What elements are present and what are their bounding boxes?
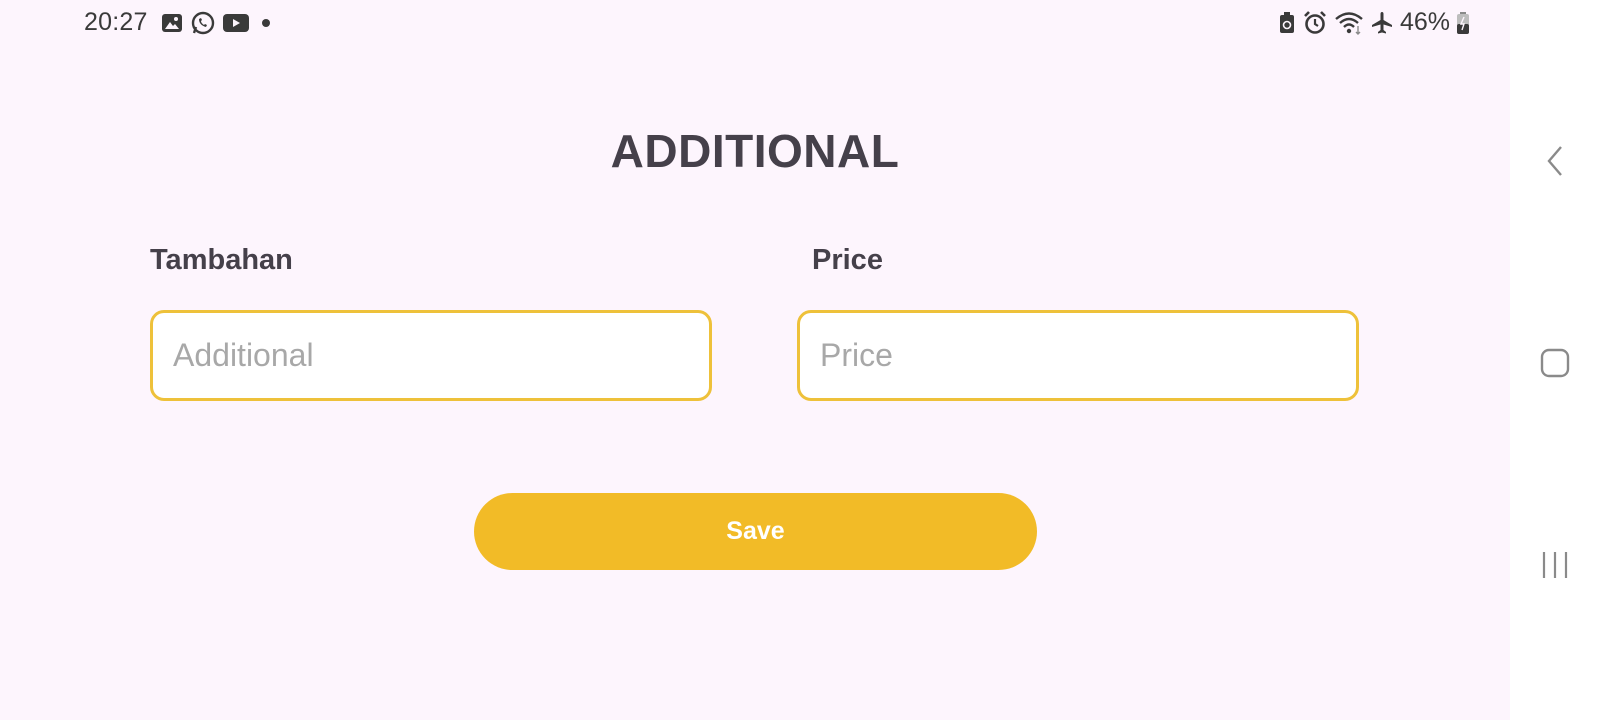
airplane-mode-icon — [1370, 11, 1394, 35]
additional-label: Tambahan — [150, 244, 293, 276]
recent-apps-button[interactable] — [1535, 545, 1575, 585]
status-time: 20:27 — [84, 8, 148, 36]
status-bar: 20:27 46% — [0, 0, 1510, 46]
home-button[interactable] — [1535, 343, 1575, 383]
home-icon — [1539, 347, 1571, 379]
battery-percent: 46% — [1399, 8, 1450, 36]
youtube-icon — [222, 12, 250, 34]
status-notification-icons — [160, 10, 276, 36]
gallery-icon — [160, 11, 184, 35]
recent-apps-icon — [1539, 549, 1571, 581]
price-label: Price — [812, 244, 883, 276]
back-icon — [1545, 144, 1565, 178]
wifi-icon — [1334, 10, 1364, 36]
notification-dot-icon — [256, 11, 276, 35]
page-title: ADDITIONAL — [610, 125, 900, 177]
battery-icon — [1456, 11, 1470, 35]
price-input[interactable] — [797, 310, 1359, 401]
save-button[interactable]: Save — [474, 493, 1037, 570]
battery-saver-icon — [1278, 11, 1296, 35]
additional-input[interactable] — [150, 310, 712, 401]
app-area: 20:27 46% ADDITIONAL Tambahan Price Addi… — [0, 0, 1510, 720]
back-button[interactable] — [1535, 141, 1575, 181]
status-system-icons: 46% — [1278, 8, 1470, 37]
whatsapp-icon — [190, 10, 216, 36]
alarm-icon — [1302, 10, 1328, 36]
